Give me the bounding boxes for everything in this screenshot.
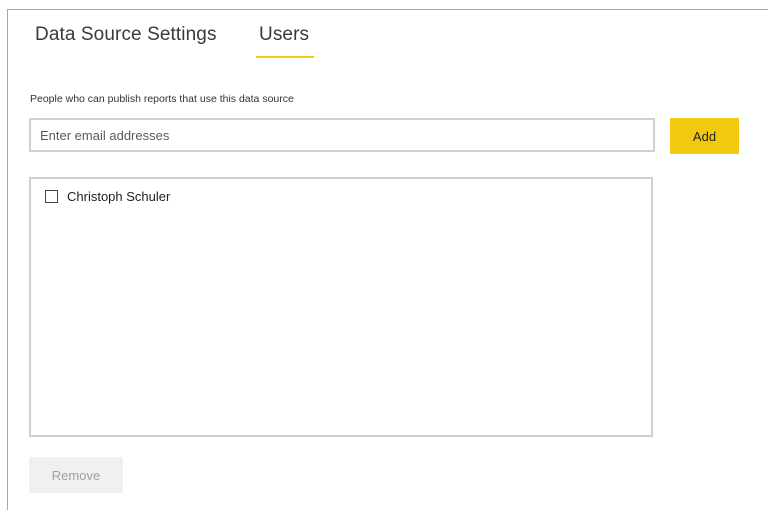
user-name: Christoph Schuler: [67, 188, 171, 204]
add-button[interactable]: Add: [670, 118, 739, 154]
remove-button[interactable]: Remove: [29, 457, 123, 493]
email-input[interactable]: [29, 118, 655, 152]
list-item[interactable]: Christoph Schuler: [45, 187, 170, 205]
publish-permission-description: People who can publish reports that use …: [30, 93, 294, 105]
tab-data-source-settings[interactable]: Data Source Settings: [35, 24, 217, 46]
user-list[interactable]: Christoph Schuler: [29, 177, 653, 437]
active-tab-indicator: [256, 56, 314, 58]
user-checkbox[interactable]: [45, 189, 58, 203]
tab-users[interactable]: Users: [259, 24, 309, 46]
dialog-frame: Data Source Settings Users People who ca…: [7, 9, 768, 510]
